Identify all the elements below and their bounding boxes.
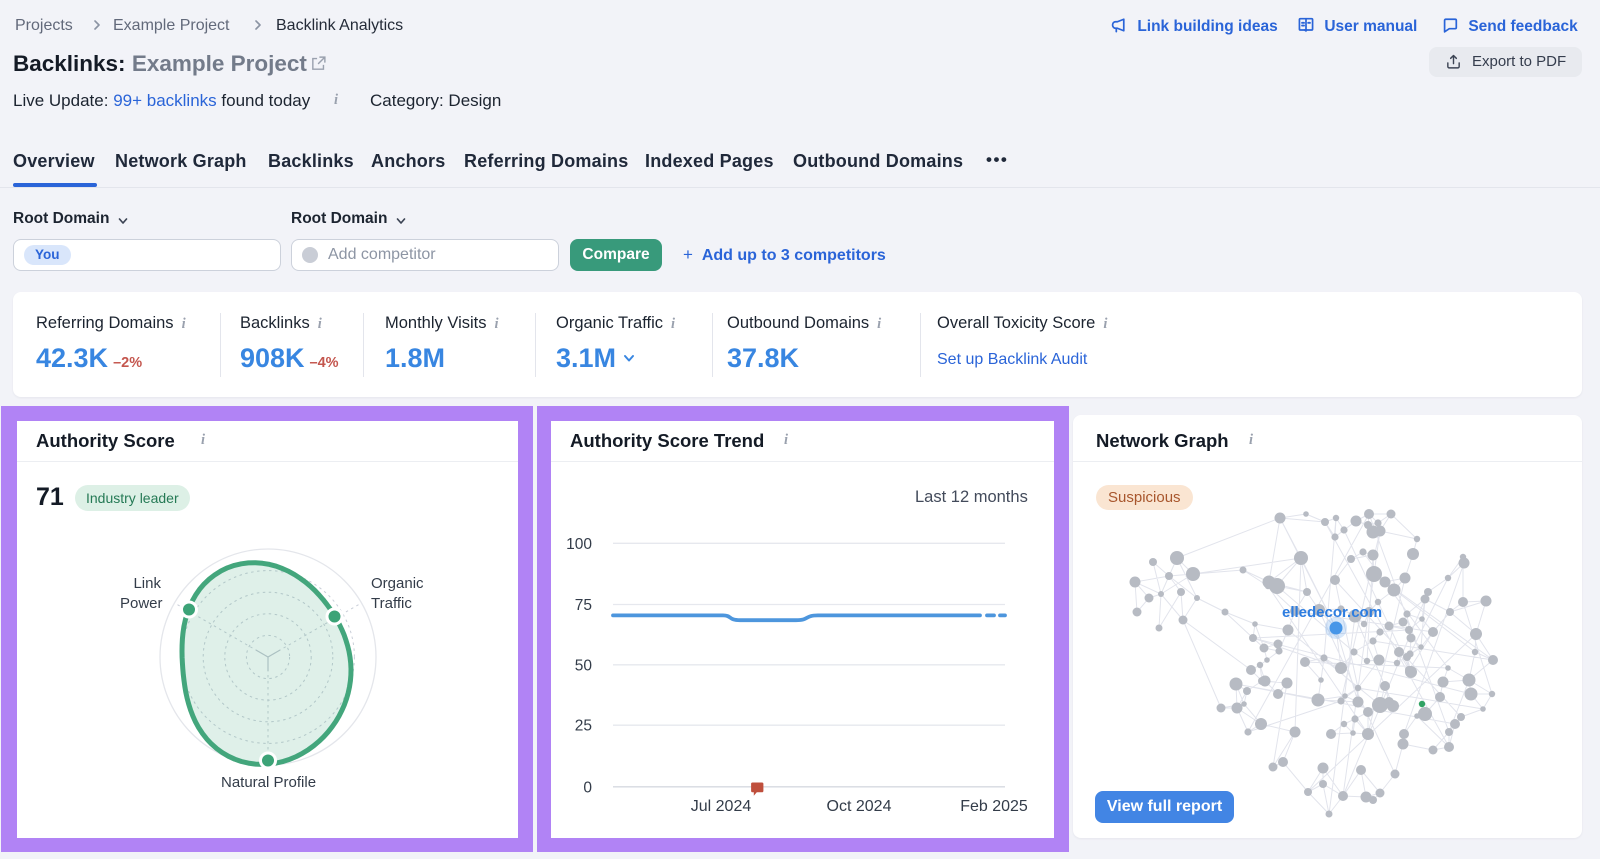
- svg-text:100: 100: [566, 536, 592, 553]
- svg-text:25: 25: [575, 718, 592, 735]
- svg-text:50: 50: [575, 657, 593, 674]
- svg-text:0: 0: [583, 779, 592, 796]
- svg-text:Jul 2024: Jul 2024: [691, 798, 752, 815]
- svg-text:Oct 2024: Oct 2024: [827, 798, 892, 815]
- svg-text:75: 75: [575, 597, 592, 614]
- svg-text:Feb 2025: Feb 2025: [960, 798, 1028, 815]
